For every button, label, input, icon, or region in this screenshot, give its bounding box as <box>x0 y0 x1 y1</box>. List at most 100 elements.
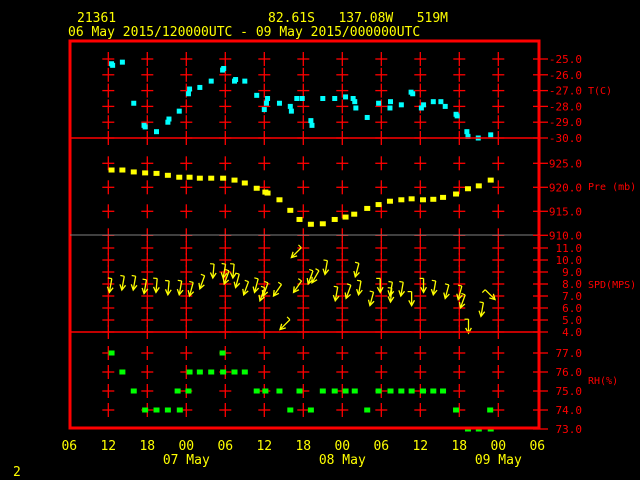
y-tick-label-humidity: 73.0 <box>556 423 583 436</box>
pressure-point <box>130 169 137 175</box>
wind-arrow-barb <box>177 279 182 282</box>
humidity-point <box>420 388 427 394</box>
pressure-point <box>375 202 382 208</box>
pressure-point <box>108 167 115 173</box>
y-tick-label-pressure: 910.0 <box>549 229 582 242</box>
pressure-point <box>364 205 371 211</box>
pressure-point <box>220 175 227 181</box>
humidity-point <box>342 388 349 394</box>
wind-arrow-barb <box>346 283 352 286</box>
temperature-point <box>287 103 293 109</box>
humidity-point <box>351 388 358 394</box>
wind-arrow-barb <box>444 283 449 286</box>
humidity-point <box>176 407 183 413</box>
wind-arrow-barb <box>254 277 259 280</box>
wind-arrow <box>119 274 127 292</box>
humidity-point <box>164 407 171 413</box>
temperature-point <box>376 100 382 106</box>
humidity-point <box>219 350 226 356</box>
pressure-point <box>453 191 460 197</box>
humidity-point <box>276 388 283 394</box>
temperature-point <box>388 99 394 105</box>
y-tick-label-humidity: 76.0 <box>556 366 583 379</box>
pressure-point <box>153 170 160 176</box>
x-tick-label: 12 <box>256 439 272 454</box>
wind-arrow-barb <box>356 279 362 282</box>
wind-arrow <box>356 279 363 297</box>
x-day-label: 08 May <box>319 453 366 468</box>
temperature-point <box>438 99 444 105</box>
pressure-point <box>420 197 427 203</box>
wind-arrow-barb <box>369 290 374 293</box>
humidity-point <box>408 388 415 394</box>
temperature-point <box>309 122 315 128</box>
temperature-point <box>208 78 214 84</box>
pressure-point <box>307 221 314 227</box>
temperature-point <box>185 91 191 97</box>
wind-arrow <box>130 274 138 292</box>
wind-arrow-barb <box>431 279 436 282</box>
temperature-point <box>154 129 160 135</box>
wind-arrow-barb <box>479 301 484 304</box>
wind-arrow <box>344 283 352 300</box>
temperature-point <box>131 100 137 106</box>
y-tick-label-temperature: -28.0 <box>549 100 582 113</box>
pressure-point <box>176 174 183 180</box>
humidity-point <box>487 407 494 413</box>
wind-arrow <box>398 280 406 298</box>
humidity-point <box>153 407 160 413</box>
humidity-point <box>220 369 227 375</box>
x-day-label: 07 May <box>163 453 210 468</box>
wind-arrow <box>481 289 497 301</box>
temperature-point <box>430 99 436 105</box>
humidity-point <box>453 407 460 413</box>
humidity-point <box>108 350 115 356</box>
temperature-point <box>308 118 314 124</box>
pressure-point <box>287 207 294 213</box>
station-location: 82.61S 137.08W 519M <box>268 11 448 26</box>
humidity-point <box>307 407 314 413</box>
wind-arrow-barb <box>131 274 136 277</box>
temperature-point <box>254 92 260 98</box>
wind-arrow-barb <box>297 278 302 282</box>
wind-arrow <box>443 283 450 300</box>
pressure-point <box>119 167 126 173</box>
pressure-point <box>276 197 283 203</box>
pressure-point <box>196 175 203 181</box>
wind-arrow <box>164 279 172 297</box>
wind-arrow <box>279 316 291 331</box>
wind-arrow-barb <box>277 281 282 286</box>
data-marks <box>106 59 497 432</box>
x-tick-label: 06 <box>373 439 389 454</box>
y-tick-label-temperature: -29.0 <box>549 116 582 129</box>
pressure-point <box>241 180 248 186</box>
temperature-point <box>418 105 424 111</box>
humidity-point <box>253 388 260 394</box>
y-axis-label-pressure: Pre (mb) <box>588 182 636 193</box>
x-tick-label: 00 <box>334 439 350 454</box>
wind-arrow <box>322 259 330 276</box>
meteogram: 21361 82.61S 137.08W 519M 06 May 2015/12… <box>13 11 636 480</box>
temperature-point <box>464 129 470 135</box>
pressure-point <box>142 170 149 176</box>
wind-arrow-barb <box>189 280 194 284</box>
wind-arrow-barb <box>142 278 147 281</box>
pressure-point <box>208 175 215 181</box>
pressure-point <box>440 194 447 200</box>
temperature-point <box>288 108 294 114</box>
humidity-point <box>331 388 338 394</box>
wind-arrow-barb <box>457 284 462 287</box>
pressure-point <box>186 174 193 180</box>
wind-arrow-barb <box>107 277 112 280</box>
wind-arrow-barb <box>399 280 404 283</box>
temperature-point <box>488 132 494 138</box>
wind-arrow-barb <box>120 274 125 277</box>
temperature-point <box>353 105 359 111</box>
wind-arrow <box>198 273 206 291</box>
y-axis-label-humidity: RH(%) <box>588 376 618 387</box>
x-tick-label: 06 <box>61 439 77 454</box>
pressure-point <box>342 214 349 220</box>
humidity-point <box>142 407 149 413</box>
x-day-label: 09 May <box>475 453 522 468</box>
temperature-point <box>221 65 227 71</box>
